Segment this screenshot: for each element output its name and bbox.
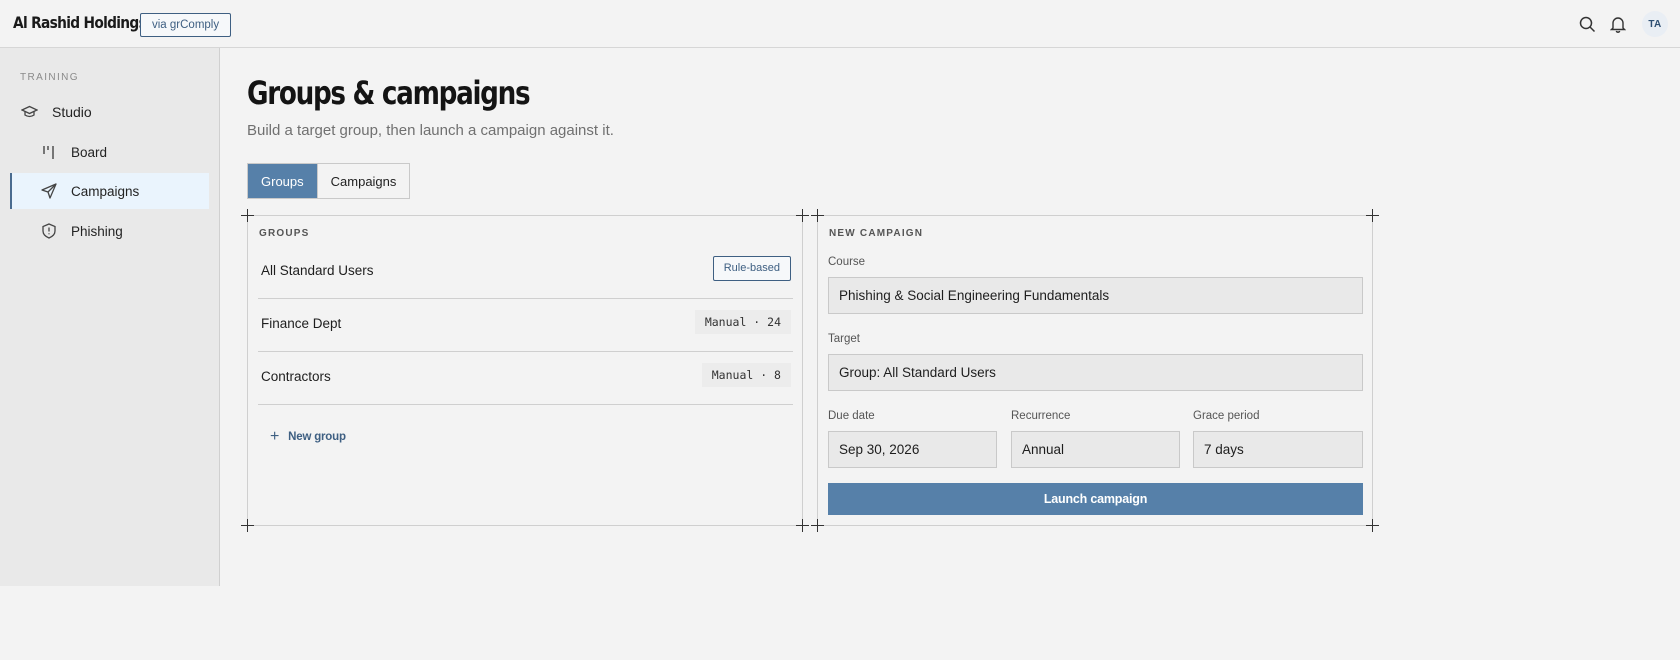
sidebar-item-label: Phishing [71, 223, 123, 239]
sidebar-item-phishing[interactable]: Phishing [10, 213, 209, 249]
sidebar-item-label: Campaigns [71, 183, 140, 199]
group-name: Finance Dept [261, 316, 342, 331]
graduation-cap-icon [20, 103, 38, 121]
launch-campaign-button[interactable]: Launch campaign [828, 483, 1363, 515]
sidebar-item-campaigns[interactable]: Campaigns [10, 173, 209, 209]
grace-period-label: Grace period [1193, 410, 1260, 422]
group-row-contractors[interactable]: Contractors Manual · 8 [258, 352, 793, 405]
sidebar-item-label: Board [71, 144, 108, 160]
sidebar-section-label: TRAINING [20, 72, 79, 83]
crosshair-mark [1366, 519, 1379, 532]
crosshair-mark [796, 519, 809, 532]
course-label: Course [828, 256, 866, 268]
new-campaign-panel: NEW CAMPAIGN Course Phishing & Social En… [817, 215, 1373, 526]
group-row-all-standard-users[interactable]: All Standard Users Rule-based [258, 246, 793, 299]
group-type-badge: Rule-based [712, 256, 791, 281]
brand-name[interactable]: Al Rashid Holdings [13, 13, 147, 32]
group-row-finance-dept[interactable]: Finance Dept Manual · 24 [258, 299, 793, 352]
sidebar-item-board[interactable]: Board [10, 134, 209, 170]
search-icon[interactable] [1577, 14, 1597, 34]
target-field[interactable]: Group: All Standard Users [828, 354, 1363, 391]
due-date-field[interactable]: Sep 30, 2026 [828, 431, 997, 468]
course-field[interactable]: Phishing & Social Engineering Fundamenta… [828, 277, 1363, 314]
recurrence-label: Recurrence [1011, 410, 1071, 422]
via-badge[interactable]: via grComply [140, 13, 232, 37]
group-type-badge: Manual · 8 [701, 363, 791, 387]
plus-icon: + [270, 428, 280, 445]
tab-groups[interactable]: Groups [248, 164, 317, 198]
due-date-label: Due date [828, 410, 875, 422]
bell-icon[interactable] [1608, 14, 1628, 34]
group-name: Contractors [261, 369, 331, 384]
tab-campaigns[interactable]: Campaigns [316, 164, 410, 198]
board-columns-icon [40, 143, 58, 161]
sidebar: TRAINING Studio Board Campaigns Phishing [0, 48, 220, 586]
target-label: Target [828, 333, 860, 345]
avatar[interactable]: TA [1642, 11, 1668, 37]
groups-panel-label: GROUPS [259, 228, 310, 239]
group-name: All Standard Users [261, 263, 374, 278]
top-bar: Al Rashid Holdings via grComply TA [0, 0, 1680, 48]
send-icon [40, 182, 58, 200]
campaign-panel-label: NEW CAMPAIGN [829, 228, 924, 239]
group-type-badge: Manual · 24 [694, 310, 791, 334]
new-group-label: New group [288, 431, 346, 443]
shield-alert-icon [40, 222, 58, 240]
crosshair-mark [796, 209, 809, 222]
groups-panel: GROUPS All Standard Users Rule-based Fin… [247, 215, 803, 526]
crosshair-mark [1366, 209, 1379, 222]
recurrence-field[interactable]: Annual [1011, 431, 1180, 468]
tab-bar: Groups Campaigns [247, 163, 411, 199]
page-title: Groups & campaigns [247, 74, 531, 112]
sidebar-item-label: Studio [52, 104, 92, 120]
crosshair-mark [241, 209, 254, 222]
crosshair-mark [811, 209, 824, 222]
new-group-button[interactable]: + New group [270, 429, 346, 445]
sidebar-item-studio[interactable]: Studio [10, 94, 209, 130]
crosshair-mark [811, 519, 824, 532]
grace-period-field[interactable]: 7 days [1193, 431, 1363, 468]
crosshair-mark [241, 519, 254, 532]
page-subtitle: Build a target group, then launch a camp… [247, 122, 614, 139]
